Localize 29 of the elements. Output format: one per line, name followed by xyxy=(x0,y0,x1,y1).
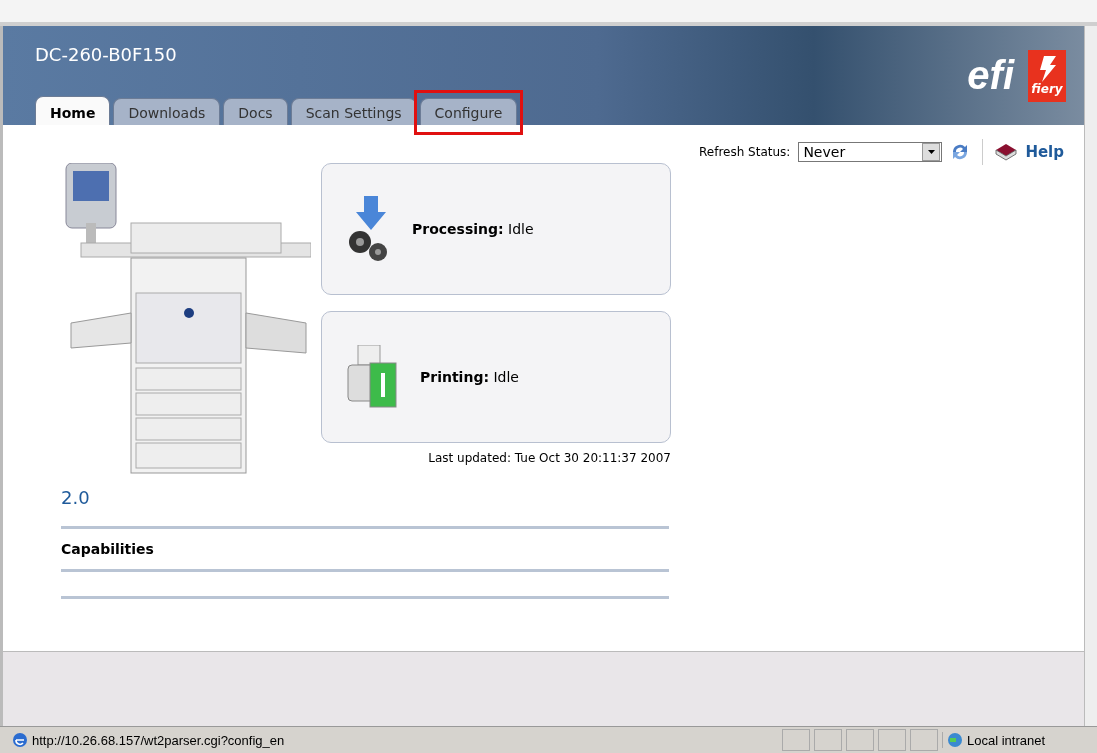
refresh-dropdown[interactable]: Never xyxy=(798,142,943,162)
status-pane xyxy=(782,729,810,751)
nav-tab[interactable]: Docs xyxy=(223,98,288,125)
gears-arrow-icon xyxy=(346,196,390,262)
section-title[interactable]: Capabilities xyxy=(61,541,154,557)
version-number: 2.0 xyxy=(61,487,91,508)
status-url: http://10.26.68.157/wt2parser.cgi?config_en xyxy=(32,732,286,748)
scrollbar[interactable] xyxy=(1084,26,1097,726)
globe-icon xyxy=(947,732,963,748)
nav-tab[interactable]: Home xyxy=(35,96,111,125)
nav-tab[interactable]: Downloads xyxy=(113,98,221,125)
device-name: DC-260-B0F150 xyxy=(35,43,178,65)
printer-info-icon xyxy=(346,345,398,409)
help-link[interactable]: Help xyxy=(1025,143,1064,161)
page-icon xyxy=(12,732,28,748)
status-text: Printing: Idle xyxy=(420,369,519,385)
refresh-label: Refresh Status: xyxy=(698,145,791,159)
status-pane xyxy=(846,729,874,751)
fiery-logo: fiery xyxy=(1028,49,1066,102)
status-pane xyxy=(878,729,906,751)
status-text: Processing: Idle xyxy=(412,221,534,237)
status-pane xyxy=(910,729,938,751)
zone-label: Local intranet xyxy=(967,732,1046,748)
nav-tab[interactable]: Scan Settings xyxy=(290,98,417,125)
book-icon[interactable] xyxy=(995,143,1018,161)
status-pane xyxy=(814,729,842,751)
nav-tab[interactable]: Configure xyxy=(419,98,518,125)
efi-logo: efi xyxy=(967,53,1014,98)
last-updated-text: Last updated: Tue Oct 30 20:11:37 2007 xyxy=(427,451,671,465)
